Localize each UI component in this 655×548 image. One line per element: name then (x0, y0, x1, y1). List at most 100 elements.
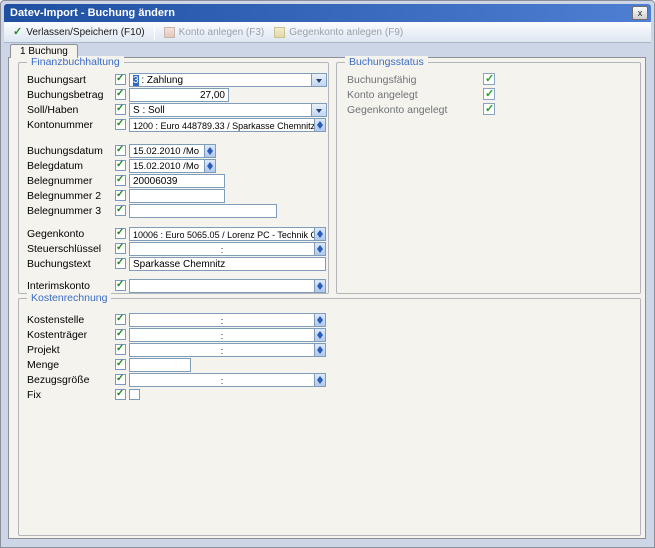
group-finanzbuchhaltung: Finanzbuchhaltung Buchungsart 3 : Zahlun… (18, 62, 329, 294)
steuerschluessel-spinner-icon[interactable] (315, 242, 326, 256)
menge-label: Menge (27, 359, 59, 371)
steuerschluessel-enable-checkbox[interactable] (115, 243, 126, 254)
row-soll-haben: Soll/Haben S : Soll (19, 103, 328, 117)
fix-value-checkbox[interactable] (129, 389, 140, 400)
gegenkonto-anlegen-button: Gegenkonto anlegen (F9) (269, 23, 408, 41)
buchungsfaehig-status-checkbox (483, 73, 495, 85)
buchungstext-enable-checkbox[interactable] (115, 258, 126, 269)
close-button[interactable]: x (632, 6, 648, 20)
interimskonto-combo[interactable] (129, 279, 315, 293)
fix-enable-checkbox[interactable] (115, 389, 126, 400)
gegenkonto-angelegt-label: Gegenkonto angelegt (347, 104, 447, 116)
kostentraeger-spinner-icon[interactable] (315, 328, 326, 342)
soll-haben-label: Soll/Haben (27, 104, 78, 116)
row-kontonummer: Kontonummer 1200 : Euro 448789.33 / Spar… (19, 118, 328, 132)
buchungsdatum-enable-checkbox[interactable] (115, 145, 126, 156)
row-gegenkonto-angelegt: Gegenkonto angelegt (337, 103, 640, 117)
row-buchungsfaehig: Buchungsfähig (337, 73, 640, 87)
gegenkonto-enable-checkbox[interactable] (115, 228, 126, 239)
buchungsart-select[interactable]: 3 : Zahlung (129, 73, 327, 87)
bezugsgroesse-combo[interactable]: : (129, 373, 315, 387)
row-gegenkonto: Gegenkonto 10006 : Euro 5065.05 / Lorenz… (19, 227, 328, 241)
buchungstext-input[interactable]: Sparkasse Chemnitz (129, 257, 326, 271)
dropdown-arrow-icon[interactable] (311, 104, 326, 116)
kostentraeger-label: Kostenträger (27, 329, 87, 341)
belegnummer2-input[interactable] (129, 189, 225, 203)
belegnummer3-label: Belegnummer 3 (27, 205, 101, 217)
gegenkonto-combo[interactable]: 10006 : Euro 5065.05 / Lorenz PC - Techn… (129, 227, 315, 241)
kostenstelle-enable-checkbox[interactable] (115, 314, 126, 325)
gegenkonto-spinner-icon[interactable] (315, 227, 326, 241)
kostenstelle-spinner-icon[interactable] (315, 313, 326, 327)
group-title-kostenrechnung: Kostenrechnung (27, 292, 111, 305)
buchungsfaehig-label: Buchungsfähig (347, 74, 416, 86)
tab-1-buchung[interactable]: 1 Buchung (10, 44, 78, 58)
row-bezugsgroesse: Bezugsgröße : (19, 373, 640, 387)
titlebar[interactable]: Datev-Import - Buchung ändern x (4, 4, 651, 22)
row-belegdatum: Belegdatum 15.02.2010 /Mo (19, 159, 328, 173)
verlassen-speichern-label: Verlassen/Speichern (F10) (26, 27, 144, 38)
kontonummer-enable-checkbox[interactable] (115, 119, 126, 130)
bezugsgroesse-enable-checkbox[interactable] (115, 374, 126, 385)
buchungsbetrag-enable-checkbox[interactable] (115, 89, 126, 100)
soll-haben-value: S : Soll (133, 105, 165, 116)
steuerschluessel-combo[interactable]: : (129, 242, 315, 256)
buchungsdatum-input[interactable]: 15.02.2010 /Mo (129, 144, 205, 158)
konto-angelegt-label: Konto angelegt (347, 89, 418, 101)
verlassen-speichern-button[interactable]: ✓ Verlassen/Speichern (F10) (8, 23, 150, 41)
soll-haben-enable-checkbox[interactable] (115, 104, 126, 115)
kostenstelle-combo[interactable]: : (129, 313, 315, 327)
row-kostentraeger: Kostenträger : (19, 328, 640, 342)
interimskonto-spinner-icon[interactable] (315, 279, 326, 293)
interimskonto-label: Interimskonto (27, 280, 90, 292)
group-buchungsstatus: Buchungsstatus Buchungsfähig Konto angel… (336, 62, 641, 294)
row-belegnummer: Belegnummer 20006039 (19, 174, 328, 188)
belegnummer-enable-checkbox[interactable] (115, 175, 126, 186)
buchungsart-value: : Zahlung (139, 75, 183, 86)
projekt-spinner-icon[interactable] (315, 343, 326, 357)
toolbar-separator (154, 25, 155, 40)
kontonummer-spinner-icon[interactable] (315, 118, 326, 132)
projekt-enable-checkbox[interactable] (115, 344, 126, 355)
belegnummer3-enable-checkbox[interactable] (115, 205, 126, 216)
kontonummer-combo[interactable]: 1200 : Euro 448789.33 / Sparkasse Chemni… (129, 118, 315, 132)
menge-enable-checkbox[interactable] (115, 359, 126, 370)
projekt-combo[interactable]: : (129, 343, 315, 357)
dropdown-arrow-icon[interactable] (311, 74, 326, 86)
buchungsbetrag-input[interactable]: 27,00 (129, 88, 229, 102)
belegdatum-enable-checkbox[interactable] (115, 160, 126, 171)
kontonummer-label: Kontonummer (27, 119, 93, 131)
buchungsart-enable-checkbox[interactable] (115, 74, 126, 85)
bezugsgroesse-spinner-icon[interactable] (315, 373, 326, 387)
belegnummer2-label: Belegnummer 2 (27, 190, 101, 202)
row-fix: Fix (19, 388, 640, 402)
belegnummer3-input[interactable] (129, 204, 277, 218)
kostenstelle-label: Kostenstelle (27, 314, 84, 326)
soll-haben-select[interactable]: S : Soll (129, 103, 327, 117)
gegenkonto-label: Gegenkonto (27, 228, 84, 240)
row-belegnummer2: Belegnummer 2 (19, 189, 328, 203)
konto-anlegen-icon (164, 27, 175, 38)
group-kostenrechnung: Kostenrechnung Kostenstelle : Kostenträg… (18, 298, 641, 536)
gegenkonto-anlegen-icon (274, 27, 285, 38)
row-buchungsbetrag: Buchungsbetrag 27,00 (19, 88, 328, 102)
belegdatum-label: Belegdatum (27, 160, 83, 172)
belegnummer2-enable-checkbox[interactable] (115, 190, 126, 201)
kostentraeger-enable-checkbox[interactable] (115, 329, 126, 340)
kostentraeger-combo[interactable]: : (129, 328, 315, 342)
buchungsart-label: Buchungsart (27, 74, 86, 86)
buchungsdatum-label: Buchungsdatum (27, 145, 103, 157)
menge-input[interactable] (129, 358, 191, 372)
belegdatum-spinner-icon[interactable] (205, 159, 216, 173)
row-projekt: Projekt : (19, 343, 640, 357)
datev-import-window: Datev-Import - Buchung ändern x ✓ Verlas… (0, 0, 655, 548)
buchungsdatum-spinner-icon[interactable] (205, 144, 216, 158)
close-icon: x (638, 8, 643, 18)
row-buchungsdatum: Buchungsdatum 15.02.2010 /Mo (19, 144, 328, 158)
interimskonto-enable-checkbox[interactable] (115, 280, 126, 291)
gegenkonto-angelegt-status-checkbox (483, 103, 495, 115)
belegdatum-input[interactable]: 15.02.2010 /Mo (129, 159, 205, 173)
konto-anlegen-button: Konto anlegen (F3) (159, 23, 270, 41)
belegnummer-input[interactable]: 20006039 (129, 174, 225, 188)
save-check-icon: ✓ (13, 27, 22, 38)
